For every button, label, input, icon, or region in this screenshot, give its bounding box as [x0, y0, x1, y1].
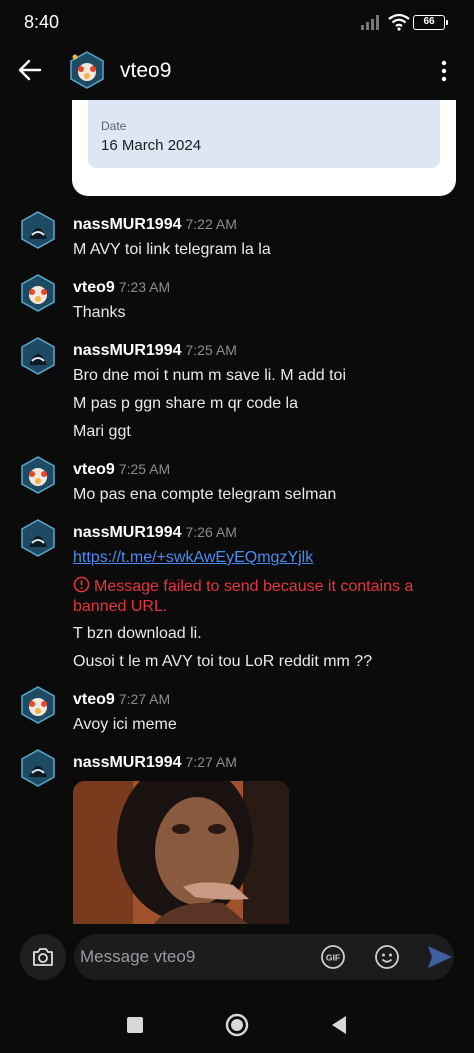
wifi-icon: [388, 13, 410, 31]
arrow-left-icon[interactable]: [16, 56, 44, 84]
message-text: M pas p ggn share m qr code la: [73, 395, 299, 412]
message-link[interactable]: https://t.me/+swkAwEyEQmgzYjlk: [73, 549, 313, 567]
message-username[interactable]: nassMUR1994: [73, 342, 182, 359]
message-time: 7:27 AM: [118, 691, 171, 707]
message-username[interactable]: nassMUR1994: [73, 216, 182, 233]
date-field: Date 16 March 2024: [88, 100, 440, 168]
status-bar: 8:40 66: [0, 0, 474, 44]
message-text: Ousoi t le m AVY toi tou LoR reddit mm ?…: [73, 653, 373, 670]
message-time: 7:27 AM: [185, 754, 237, 770]
image-attachment[interactable]: [73, 781, 289, 925]
error-icon: [73, 576, 90, 593]
send-icon[interactable]: [426, 944, 454, 970]
error-text: Message failed to send because it contai…: [73, 578, 414, 615]
date-label: Date: [101, 119, 127, 133]
message-text: Bro dne moi t num m save li. M add toi: [73, 367, 346, 384]
avatar[interactable]: [19, 749, 57, 787]
status-time: 8:40: [24, 12, 60, 32]
message-text: Thanks: [73, 304, 126, 321]
message-input[interactable]: [80, 934, 310, 980]
message-text: T bzn download li.: [73, 625, 202, 642]
recent-apps-icon[interactable]: [120, 1010, 150, 1040]
camera-button[interactable]: [20, 934, 66, 980]
message-text: Avoy ici meme: [73, 716, 177, 733]
message-text: M AVY toi link telegram la la: [73, 241, 271, 258]
message-time: 7:23 AM: [118, 279, 171, 295]
message-time: 7:26 AM: [185, 524, 237, 540]
avatar[interactable]: [19, 519, 57, 557]
gif-icon[interactable]: GIF: [320, 944, 346, 970]
message-field: GIF: [74, 934, 454, 980]
message-text: Mari ggt: [73, 423, 131, 440]
message-username[interactable]: vteo9: [73, 461, 115, 478]
message-username[interactable]: vteo9: [73, 691, 115, 708]
chat-title: vteo9: [120, 59, 172, 82]
error-notice: Message failed to send because it contai…: [73, 576, 443, 617]
camera-icon: [33, 948, 53, 966]
date-value: 16 March 2024: [101, 137, 202, 154]
avatar[interactable]: [19, 686, 57, 724]
message-username[interactable]: nassMUR1994: [73, 754, 182, 771]
signal-icon: [361, 15, 379, 30]
avatar[interactable]: [68, 51, 106, 89]
message-time: 7:25 AM: [185, 342, 237, 358]
home-icon[interactable]: [222, 1010, 252, 1040]
chat-header: vteo9: [0, 44, 474, 100]
back-triangle-icon[interactable]: [324, 1010, 354, 1040]
avatar[interactable]: [19, 211, 57, 249]
avatar[interactable]: [19, 274, 57, 312]
emoji-icon[interactable]: [374, 944, 400, 970]
message-time: 7:25 AM: [118, 461, 171, 477]
avatar[interactable]: [19, 337, 57, 375]
banned-url-link[interactable]: https://t.me/+swkAwEyEQmgzYjlk: [73, 549, 313, 566]
battery-icon: 66: [413, 15, 448, 30]
shared-card[interactable]: Date 16 March 2024: [72, 100, 456, 196]
composer: GIF: [0, 924, 474, 996]
kebab-menu-icon[interactable]: [434, 57, 454, 85]
svg-text:GIF: GIF: [326, 953, 340, 963]
message-time: 7:22 AM: [185, 216, 237, 232]
avatar[interactable]: [19, 456, 57, 494]
message-text: Mo pas ena compte telegram selman: [73, 486, 337, 503]
message-username[interactable]: vteo9: [73, 279, 115, 296]
message-username[interactable]: nassMUR1994: [73, 524, 182, 541]
system-nav-bar: [0, 996, 474, 1053]
